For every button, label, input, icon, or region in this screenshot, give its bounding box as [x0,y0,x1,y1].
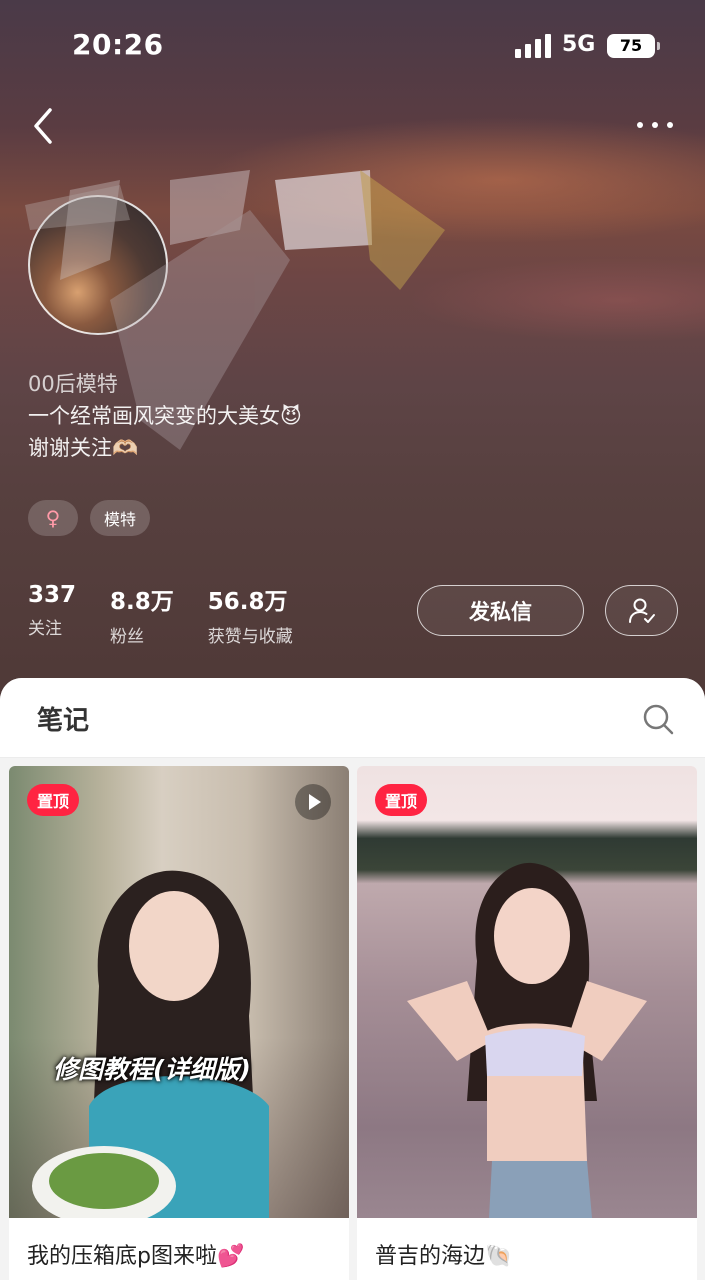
salad-plate [32,1146,176,1218]
avatar[interactable] [28,195,168,335]
network-type: 5G [562,32,596,57]
stat-label: 粉丝 [110,627,145,647]
more-dots-icon [637,122,673,128]
tab-bar: 笔记 [0,678,705,758]
profile-stats: 337 关注 8.8万 粉丝 56.8万 获赞与收藏 [28,582,293,647]
note-title: 我的压箱底p图来啦💕 [27,1244,245,1269]
stat-following[interactable]: 337 关注 [28,582,76,647]
search-icon [643,704,674,735]
note-card[interactable]: 置顶 普吉的海边🐚 [357,766,697,1280]
status-bar: 20:26 5G 75 [0,0,705,92]
play-icon [295,784,331,820]
pinned-badge: 置顶 [375,784,428,816]
cover-caption: 修图教程(详细版) [53,1055,251,1084]
profile-bio: 00后模特 一个经常画风突变的大美女😈 谢谢关注🫶🏻 [28,368,302,464]
battery-icon: 75 [607,34,660,58]
stat-value: 8.8万 [110,589,174,615]
profile-tags: ♀ 模特 [28,500,151,536]
stat-likes[interactable]: 56.8万 获赞与收藏 [208,582,293,647]
person-figure [407,862,647,1218]
bio-line: 谢谢关注🫶🏻 [28,436,139,460]
note-title: 普吉的海边🐚 [375,1244,513,1269]
status-time: 20:26 [72,28,164,61]
occupation-tag[interactable]: 模特 [90,500,151,536]
signal-icon [515,34,551,58]
notes-section: 笔记 置顶 修图教程(详细版) 我的压箱底p图来啦💕 置顶 普吉的海边🐚 [0,678,705,1280]
stat-label: 关注 [28,619,62,639]
chevron-left-icon [34,108,52,144]
bio-line: 00后模特 [28,372,118,396]
note-card[interactable]: 置顶 修图教程(详细版) 我的压箱底p图来啦💕 [9,766,349,1280]
stat-value: 56.8万 [207,589,288,615]
stat-value: 337 [28,582,77,608]
user-check-icon [628,598,655,623]
note-cover-image: 置顶 修图教程(详细版) [9,766,349,1218]
gender-tag: ♀ [28,500,78,536]
note-cover-image: 置顶 [357,766,697,1218]
more-button[interactable] [630,110,680,140]
search-button[interactable] [641,702,675,736]
stat-followers[interactable]: 8.8万 粉丝 [110,582,174,647]
bio-line: 一个经常画风突变的大美女😈 [28,404,302,428]
pinned-badge: 置顶 [27,784,80,816]
back-button[interactable] [26,104,62,148]
followed-button[interactable] [605,585,678,636]
stat-label: 获赞与收藏 [207,627,293,647]
tab-notes[interactable]: 笔记 [37,700,89,737]
send-message-button[interactable]: 发私信 [417,585,584,636]
